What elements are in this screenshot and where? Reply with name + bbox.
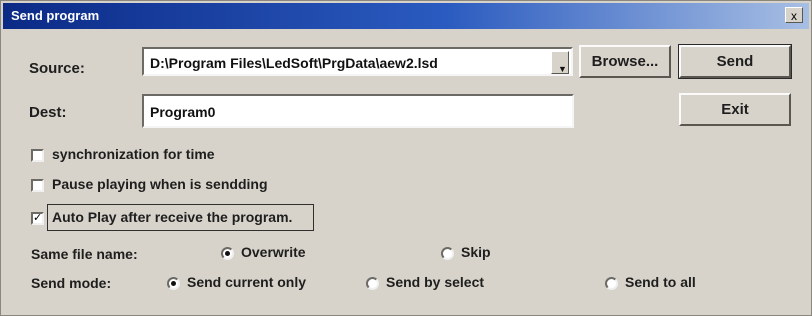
- autoplay-checkbox-label[interactable]: Auto Play after receive the program.: [52, 209, 292, 225]
- overwrite-radio[interactable]: [221, 247, 234, 260]
- radio-selected-dot: [225, 251, 230, 256]
- overwrite-radio-label[interactable]: Overwrite: [241, 244, 306, 260]
- close-button[interactable]: x: [785, 7, 803, 23]
- source-label: Source:: [29, 60, 85, 77]
- skip-radio[interactable]: [441, 247, 454, 260]
- browse-button[interactable]: Browse...: [579, 45, 671, 78]
- send-to-all-radio[interactable]: [605, 277, 618, 290]
- dest-input[interactable]: Program0: [142, 94, 574, 128]
- sync-checkbox-label[interactable]: synchronization for time: [52, 146, 215, 162]
- send-button[interactable]: Send: [678, 44, 792, 79]
- send-current-only-label[interactable]: Send current only: [187, 274, 306, 290]
- send-by-select-label[interactable]: Send by select: [386, 274, 484, 290]
- source-dropdown-button[interactable]: ▼: [551, 51, 569, 74]
- source-path-value: D:\Program Files\LedSoft\PrgData\aew2.ls…: [150, 55, 438, 71]
- send-by-select-radio[interactable]: [366, 277, 379, 290]
- radio-selected-dot: [171, 281, 176, 286]
- dest-label: Dest:: [29, 104, 67, 121]
- dest-value: Program0: [150, 104, 216, 120]
- dialog-title: Send program: [11, 8, 100, 23]
- sync-checkbox[interactable]: [31, 149, 44, 162]
- title-bar[interactable]: Send program x: [3, 3, 809, 29]
- source-combobox[interactable]: D:\Program Files\LedSoft\PrgData\aew2.ls…: [142, 47, 573, 76]
- skip-radio-label[interactable]: Skip: [461, 244, 491, 260]
- autoplay-checkbox[interactable]: ✓: [31, 212, 44, 225]
- chevron-down-icon: ▼: [558, 64, 567, 74]
- send-program-dialog: Send program x Source: D:\Program Files\…: [0, 0, 812, 316]
- send-current-only-radio[interactable]: [167, 277, 180, 290]
- exit-button[interactable]: Exit: [679, 93, 791, 126]
- pause-checkbox-label[interactable]: Pause playing when is sendding: [52, 176, 268, 192]
- checkmark-icon: ✓: [33, 212, 43, 224]
- pause-checkbox[interactable]: [31, 179, 44, 192]
- same-file-name-label: Same file name:: [31, 246, 138, 262]
- send-to-all-label[interactable]: Send to all: [625, 274, 696, 290]
- send-mode-label: Send mode:: [31, 275, 112, 291]
